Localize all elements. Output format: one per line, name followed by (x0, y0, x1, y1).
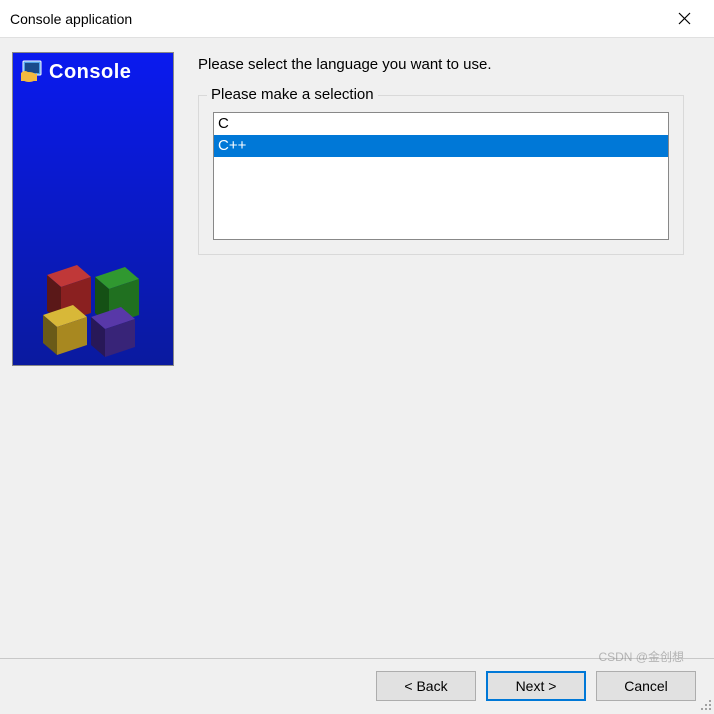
main-panel: Please select the language you want to u… (174, 52, 702, 658)
back-button[interactable]: < Back (376, 671, 476, 701)
groupbox-label: Please make a selection (207, 86, 378, 103)
titlebar: Console application (0, 0, 714, 38)
console-app-icon (19, 59, 45, 85)
language-listbox[interactable]: C C++ (213, 112, 669, 240)
cubes-decoration-icon (33, 237, 153, 357)
sidebar-title: Console (49, 61, 131, 84)
window-title: Console application (10, 11, 664, 27)
list-item[interactable]: C (214, 113, 668, 135)
content-area: Console (0, 38, 714, 658)
cancel-button[interactable]: Cancel (596, 671, 696, 701)
button-footer: < Back Next > Cancel (0, 658, 714, 713)
list-item[interactable]: C++ (214, 135, 668, 157)
next-button[interactable]: Next > (486, 671, 586, 701)
instruction-text: Please select the language you want to u… (198, 56, 702, 73)
sidebar-header: Console (13, 53, 173, 91)
wizard-sidebar-image: Console (12, 52, 174, 366)
close-icon (678, 12, 691, 25)
selection-groupbox: Please make a selection C C++ (198, 95, 684, 255)
close-button[interactable] (664, 4, 704, 34)
resize-grip-icon[interactable] (698, 697, 712, 711)
watermark-text: CSDN @金创想 (598, 648, 684, 665)
